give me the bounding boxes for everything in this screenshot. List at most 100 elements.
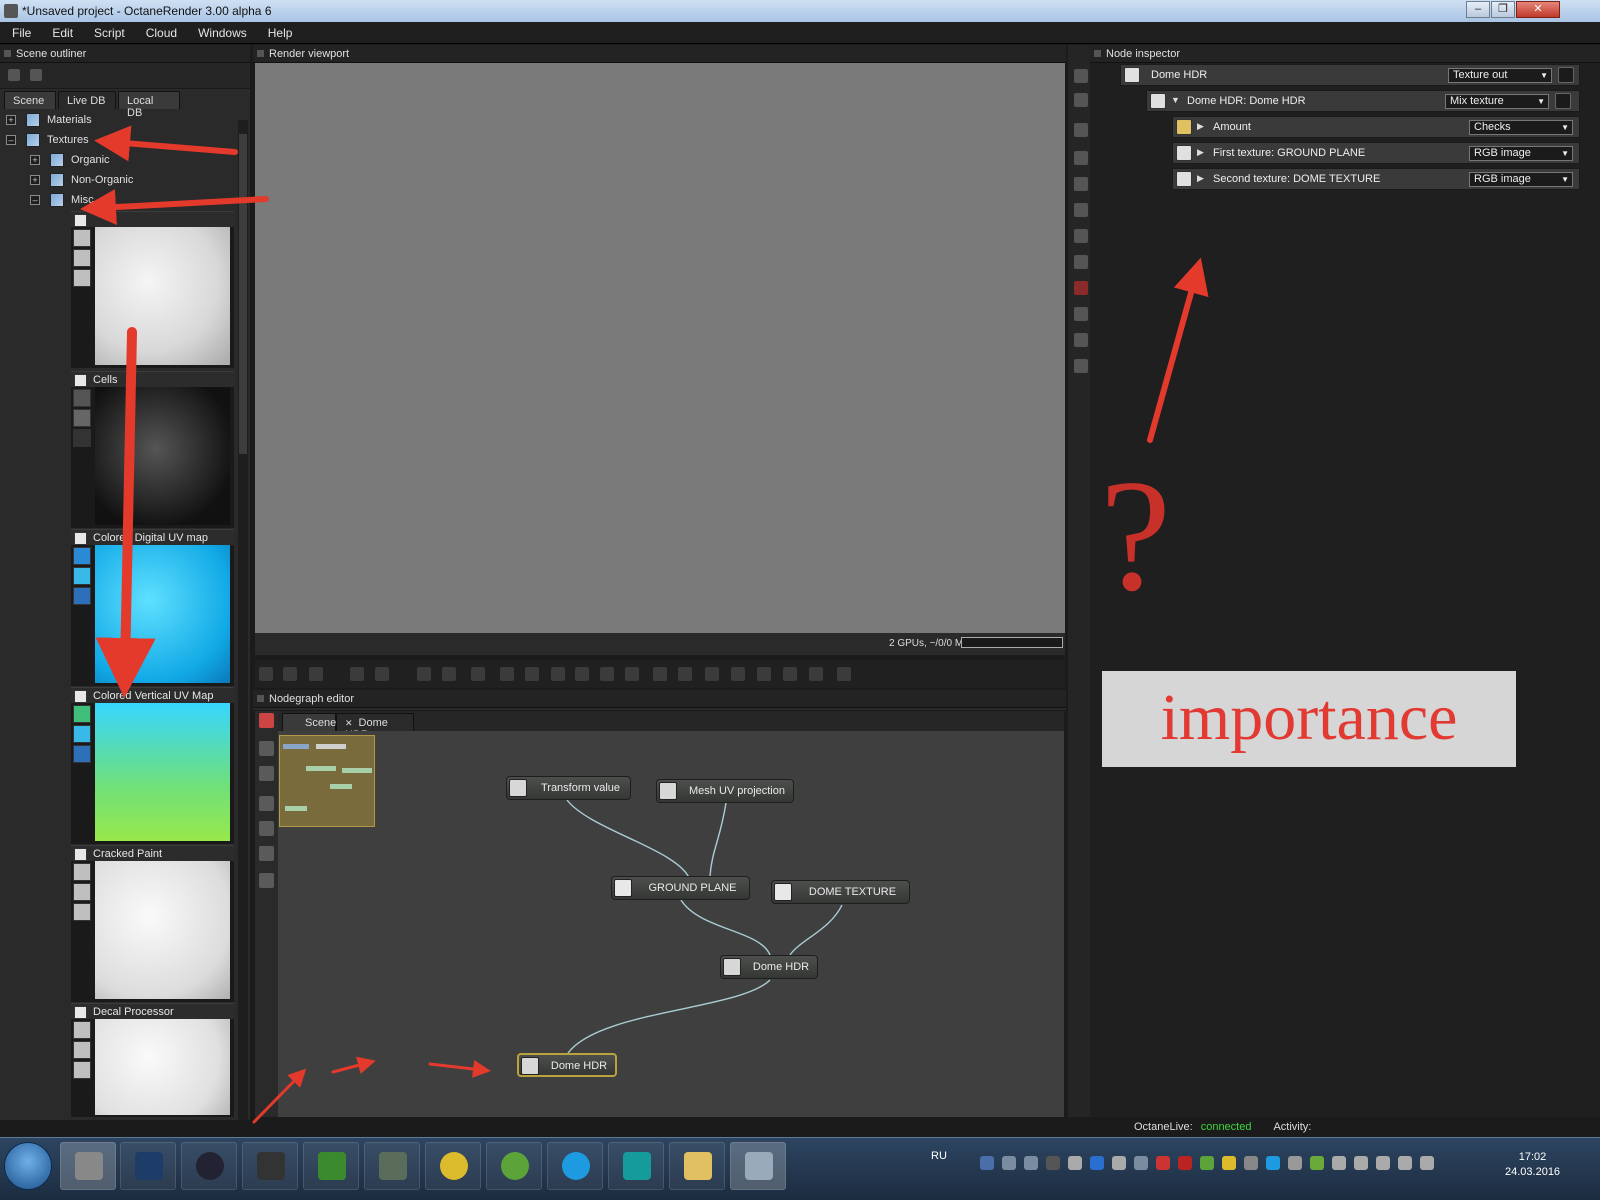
render-target-icon[interactable] xyxy=(1074,123,1088,137)
viewport-settings-icon[interactable] xyxy=(678,667,692,681)
inspector-param-first-texture[interactable]: ▶ First texture: GROUND PLANE RGB image ▼ xyxy=(1172,142,1580,164)
tab-live-db[interactable]: Live DB xyxy=(58,91,116,109)
image-icon[interactable] xyxy=(1074,333,1088,347)
node-dome-hdr-out[interactable]: Dome HDR xyxy=(517,1053,617,1077)
tray-app-icon[interactable] xyxy=(1354,1156,1368,1170)
node-ground-plane[interactable]: GROUND PLANE xyxy=(611,876,750,900)
tray-app-icon[interactable] xyxy=(1244,1156,1258,1170)
stop-icon[interactable] xyxy=(350,667,364,681)
expand-triangle-icon[interactable]: ▼ xyxy=(1171,95,1180,105)
render-viewport-canvas[interactable] xyxy=(255,63,1065,633)
adobe-icon[interactable] xyxy=(1178,1156,1192,1170)
taskbar-skype[interactable] xyxy=(547,1142,603,1190)
tab-scene[interactable]: Scene xyxy=(282,713,336,731)
network-icon[interactable] xyxy=(1112,1156,1126,1170)
param-type-dropdown[interactable]: RGB image ▼ xyxy=(1469,146,1573,161)
inspector-param-amount[interactable]: ▶ Amount Checks ▼ xyxy=(1172,116,1580,138)
taskbar-monitor[interactable] xyxy=(364,1142,420,1190)
collapse-all-icon[interactable] xyxy=(1074,93,1088,107)
inspector-row-dome-hdr[interactable]: Dome HDR Texture out ▼ xyxy=(1120,64,1580,86)
display-icon[interactable] xyxy=(471,667,485,681)
action-center-icon[interactable] xyxy=(1398,1156,1412,1170)
grid-icon[interactable] xyxy=(809,667,823,681)
texture-card-colored-digital-uv[interactable]: Colored Digital UV map xyxy=(71,529,234,686)
film-region-icon[interactable] xyxy=(625,667,639,681)
close-button[interactable]: ✕ xyxy=(1516,1,1560,18)
skype-icon[interactable] xyxy=(1266,1156,1280,1170)
texture-card-cells[interactable]: Cells xyxy=(71,371,234,528)
texture-card-unnamed[interactable] xyxy=(71,211,234,368)
expand-triangle-icon[interactable]: ▶ xyxy=(1197,173,1204,184)
tray-app-icon[interactable] xyxy=(1134,1156,1148,1170)
taskbar-3dsmax[interactable] xyxy=(608,1142,664,1190)
scrollbar-thumb[interactable] xyxy=(239,134,247,454)
menu-edit[interactable]: Edit xyxy=(40,22,82,40)
render-target-icon[interactable] xyxy=(259,796,274,811)
inspector-param-second-texture[interactable]: ▶ Second texture: DOME TEXTURE RGB image… xyxy=(1172,168,1580,190)
expand-icon[interactable]: + xyxy=(30,175,40,185)
menu-windows[interactable]: Windows xyxy=(186,22,256,40)
eye-icon[interactable] xyxy=(1555,93,1571,109)
taskbar-clock[interactable]: 17:02 24.03.2016 xyxy=(1505,1150,1560,1180)
texture-card-decal-processor[interactable]: Decal Processor xyxy=(71,1003,234,1117)
tree-item-textures[interactable]: – Textures xyxy=(0,131,230,149)
info-icon[interactable] xyxy=(1090,1156,1104,1170)
restart-icon[interactable] xyxy=(375,667,389,681)
geometry-node-icon[interactable] xyxy=(259,873,274,888)
expand-triangle-icon[interactable]: ▶ xyxy=(1197,147,1204,158)
nvidia-icon[interactable] xyxy=(1310,1156,1324,1170)
expand-all-icon[interactable] xyxy=(8,69,20,81)
cube-icon[interactable] xyxy=(309,667,323,681)
tray-app-icon[interactable] xyxy=(1046,1156,1060,1170)
outliner-scrollbar[interactable] xyxy=(238,120,248,1120)
flag-icon[interactable] xyxy=(980,1156,994,1170)
node-dome-texture[interactable]: DOME TEXTURE xyxy=(771,880,910,904)
material-icon[interactable] xyxy=(1074,229,1088,243)
language-indicator[interactable]: RU xyxy=(931,1150,947,1162)
param-type-dropdown[interactable]: RGB image ▼ xyxy=(1469,172,1573,187)
collapse-icon[interactable]: – xyxy=(30,195,40,205)
export-icon[interactable] xyxy=(837,667,851,681)
menu-help[interactable]: Help xyxy=(256,22,302,40)
expand-icon[interactable]: + xyxy=(6,115,16,125)
lock-icon[interactable] xyxy=(653,667,667,681)
tray-app-icon[interactable] xyxy=(1156,1156,1170,1170)
node-type-dropdown[interactable]: Mix texture ▼ xyxy=(1445,94,1549,109)
tree-item-materials[interactable]: + Materials xyxy=(0,111,230,129)
taskbar-chrome[interactable] xyxy=(425,1142,481,1190)
tree-item-misc[interactable]: – Misc xyxy=(0,191,230,209)
focus-icon[interactable] xyxy=(500,667,514,681)
node-transform-value[interactable]: Transform value xyxy=(506,776,631,800)
loading-icon[interactable] xyxy=(705,667,719,681)
taskbar-snipping[interactable] xyxy=(730,1142,786,1190)
texture-icon[interactable] xyxy=(1074,255,1088,269)
tab-scene[interactable]: Scene xyxy=(4,91,56,109)
tab-local-db[interactable]: Local DB xyxy=(118,91,180,119)
utorrent-icon[interactable] xyxy=(1200,1156,1214,1170)
expand-triangle-icon[interactable]: ▶ xyxy=(1197,121,1204,132)
minimize-button[interactable]: – xyxy=(1466,1,1490,18)
menu-cloud[interactable]: Cloud xyxy=(134,22,186,40)
expand-icon[interactable]: + xyxy=(30,155,40,165)
taskbar-zbrush[interactable] xyxy=(242,1142,298,1190)
taskbar-camtasia[interactable] xyxy=(303,1142,359,1190)
tray-app-icon[interactable] xyxy=(1288,1156,1302,1170)
menu-file[interactable]: File xyxy=(0,22,40,40)
camera-icon[interactable] xyxy=(283,667,297,681)
object-picker-icon[interactable] xyxy=(575,667,589,681)
start-button[interactable] xyxy=(4,1142,52,1190)
collapse-all-icon[interactable] xyxy=(30,69,42,81)
geometry-icon[interactable] xyxy=(1074,203,1088,217)
save-graph-icon[interactable] xyxy=(259,766,274,781)
recenter-icon[interactable] xyxy=(259,667,273,681)
nodegraph-minimap[interactable] xyxy=(279,735,375,827)
color-picker-icon[interactable] xyxy=(525,667,539,681)
taskbar-app-circle[interactable] xyxy=(181,1142,237,1190)
taskbar-explorer[interactable] xyxy=(669,1142,725,1190)
octane-logo-icon[interactable] xyxy=(259,713,274,728)
tray-app-icon[interactable] xyxy=(1068,1156,1082,1170)
play-icon[interactable] xyxy=(442,667,456,681)
volume-icon[interactable] xyxy=(1420,1156,1434,1170)
save-icon[interactable] xyxy=(757,667,771,681)
param-type-dropdown[interactable]: Checks ▼ xyxy=(1469,120,1573,135)
